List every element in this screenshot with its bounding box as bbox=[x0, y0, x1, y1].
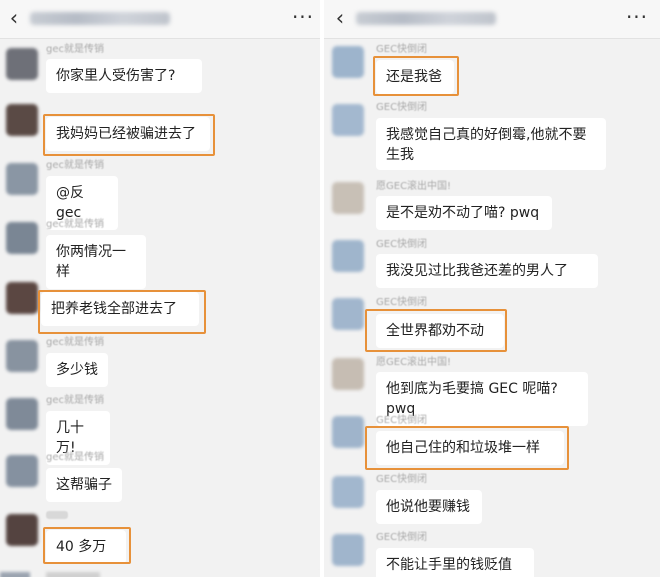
avatar[interactable] bbox=[6, 514, 38, 546]
sender-name: gec就是传销 bbox=[46, 44, 104, 55]
message-bubble: 你两情况一样 bbox=[46, 235, 146, 289]
avatar[interactable] bbox=[6, 104, 38, 136]
more-options-icon[interactable]: ··· bbox=[290, 5, 316, 29]
highlight-box bbox=[43, 527, 131, 564]
avatar[interactable] bbox=[6, 340, 38, 372]
avatar[interactable] bbox=[332, 182, 364, 214]
message-bubble: 这帮骗子 bbox=[46, 468, 122, 502]
avatar[interactable] bbox=[332, 104, 364, 136]
message-bubble: 你家里人受伤害了? bbox=[46, 59, 202, 93]
message-bubble: 是不是劝不动了喵? pwq bbox=[376, 196, 552, 230]
message-bubble: 我没见过比我爸还差的男人了 bbox=[376, 254, 598, 288]
sender-name: GEC快倒闭 bbox=[376, 239, 428, 250]
partial-next-message bbox=[0, 572, 320, 577]
sender-name: GEC快倒闭 bbox=[376, 532, 428, 543]
sender-name: 愿GEC滚出中国! bbox=[376, 181, 452, 192]
sender-name: 愿GEC滚出中国! bbox=[376, 357, 452, 368]
right-top-bar: ‹ ··· bbox=[324, 0, 660, 39]
avatar[interactable] bbox=[332, 46, 364, 78]
avatar[interactable] bbox=[6, 222, 38, 254]
left-chat-panel: ‹ ··· gec就是传销 你家里人受伤害了? 我妈妈已经被骗进去了 gec就是… bbox=[0, 0, 320, 577]
blurred-chat-title bbox=[30, 12, 170, 25]
message-bubble: 不能让手里的钱贬值 bbox=[376, 548, 534, 577]
avatar[interactable] bbox=[332, 240, 364, 272]
back-chevron-icon[interactable]: ‹ bbox=[330, 7, 350, 29]
sender-name: gec就是传销 bbox=[46, 452, 104, 463]
message-bubble: 多少钱 bbox=[46, 353, 108, 387]
sender-name: gec就是传销 bbox=[46, 337, 104, 348]
message-bubble: 我感觉自己真的好倒霉,他就不要生我 bbox=[376, 118, 606, 170]
avatar[interactable] bbox=[6, 282, 38, 314]
highlight-box bbox=[373, 56, 459, 96]
sender-name: gec就是传销 bbox=[46, 219, 104, 230]
highlight-box bbox=[43, 114, 215, 156]
highlight-box bbox=[365, 426, 569, 470]
sender-name bbox=[46, 511, 68, 519]
avatar[interactable] bbox=[332, 416, 364, 448]
blurred-chat-title bbox=[356, 12, 496, 25]
avatar[interactable] bbox=[6, 163, 38, 195]
sender-name: GEC快倒闭 bbox=[376, 102, 428, 113]
highlight-box bbox=[365, 309, 507, 352]
sender-name: gec就是传销 bbox=[46, 160, 104, 171]
sender-name: GEC快倒闭 bbox=[376, 44, 428, 55]
sender-name: gec就是传销 bbox=[46, 395, 104, 406]
left-top-bar: ‹ ··· bbox=[0, 0, 320, 39]
back-chevron-icon[interactable]: ‹ bbox=[4, 7, 24, 29]
sender-name: GEC快倒闭 bbox=[376, 297, 428, 308]
avatar[interactable] bbox=[332, 358, 364, 390]
avatar[interactable] bbox=[332, 298, 364, 330]
avatar[interactable] bbox=[6, 455, 38, 487]
more-options-icon[interactable]: ··· bbox=[624, 5, 650, 29]
message-bubble: 他说他要赚钱 bbox=[376, 490, 482, 524]
right-chat-panel: ‹ ··· GEC快倒闭 还是我爸 GEC快倒闭 我感觉自己真的好倒霉,他就不要… bbox=[324, 0, 660, 577]
avatar[interactable] bbox=[332, 534, 364, 566]
avatar[interactable] bbox=[6, 398, 38, 430]
highlight-box bbox=[38, 290, 206, 334]
avatar[interactable] bbox=[332, 476, 364, 508]
sender-name: GEC快倒闭 bbox=[376, 474, 428, 485]
avatar[interactable] bbox=[6, 48, 38, 80]
